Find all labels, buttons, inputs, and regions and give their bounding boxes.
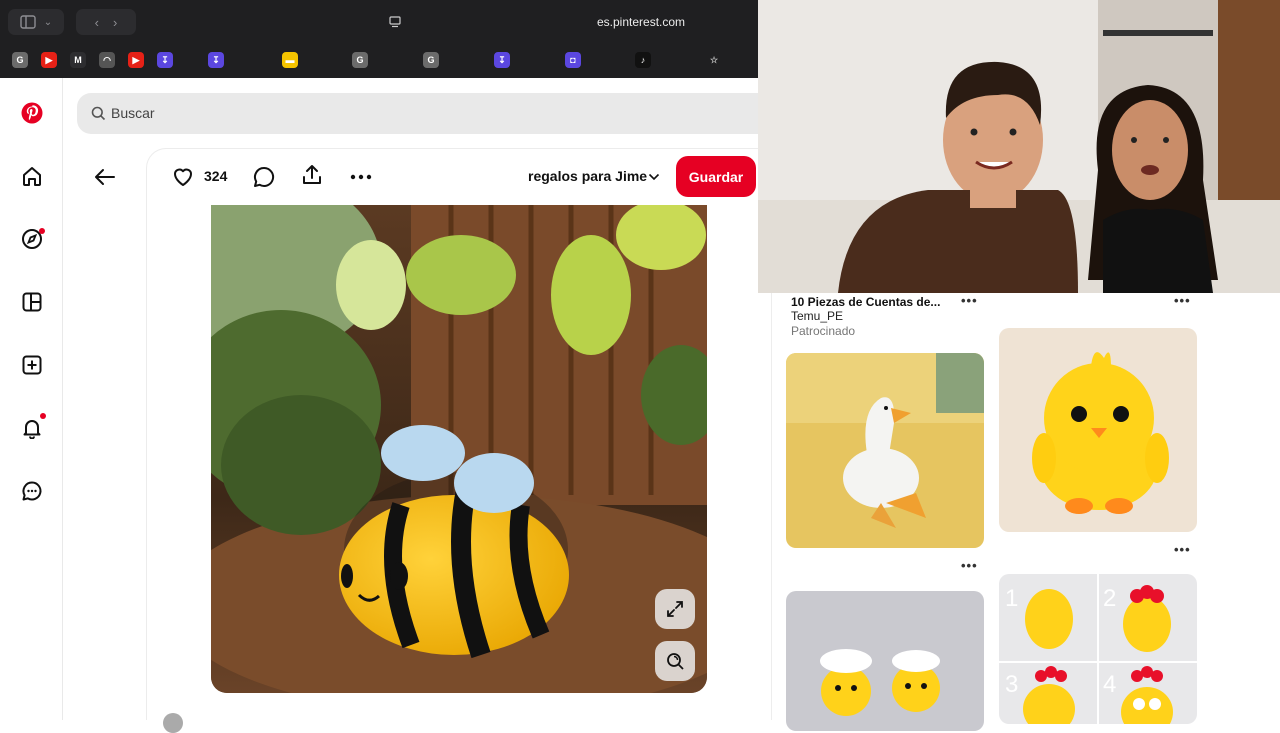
explore-badge — [39, 228, 45, 234]
tab-favicon-gmail[interactable]: M — [70, 52, 86, 68]
visual-search-icon[interactable] — [655, 641, 695, 681]
share-icon[interactable] — [300, 163, 324, 187]
svg-text:1: 1 — [1005, 585, 1018, 612]
expand-icon[interactable] — [655, 589, 695, 629]
search-icon — [91, 106, 106, 121]
svg-text:2: 2 — [1103, 585, 1116, 612]
related-pin-source[interactable]: Temu_PE — [791, 309, 843, 323]
bees-figurine-image — [786, 591, 984, 731]
tab-favicon-download-app[interactable]: ↧ — [157, 52, 173, 68]
url-text: es.pinterest.com — [597, 15, 686, 29]
webcam-overlay — [758, 0, 1280, 293]
related-pin-card[interactable] — [786, 591, 984, 731]
forward-icon[interactable]: › — [113, 15, 117, 30]
more-icon[interactable]: ••• — [961, 558, 978, 573]
tab-favicon-yellow-app[interactable]: ▬ — [282, 52, 298, 68]
bee-figurine-image — [211, 205, 707, 693]
more-icon[interactable] — [349, 167, 373, 187]
tab-bar: G ▶ M ◠ ▶ ↧ ↧ ▬ G G ↧ ◘ ♪ ☆ — [0, 44, 758, 78]
chevron-down-icon[interactable] — [648, 172, 660, 182]
pinterest-logo-icon[interactable] — [19, 100, 45, 126]
sidebar-toggle-button[interactable]: ⌄ — [8, 9, 64, 35]
pinterest-sidebar — [0, 78, 63, 720]
search-bar[interactable]: Buscar — [77, 93, 758, 134]
pin-detail-panel: 324 regalos para Jime Guardar — [146, 148, 758, 733]
tab-favicon-youtube-music[interactable]: ▶ — [41, 52, 57, 68]
board-selector[interactable]: regalos para Jime — [528, 168, 647, 184]
svg-text:4: 4 — [1103, 671, 1116, 698]
related-pin-card[interactable] — [786, 353, 984, 548]
home-icon[interactable] — [19, 163, 45, 189]
search-placeholder: Buscar — [111, 105, 155, 121]
notifications-icon[interactable] — [19, 413, 46, 441]
sidebar-icon — [20, 15, 36, 29]
back-icon[interactable]: ‹ — [95, 15, 99, 30]
tab-favicon-download-app-2[interactable]: ↧ — [208, 52, 224, 68]
notifications-badge — [40, 413, 46, 419]
chevron-down-icon: ⌄ — [43, 16, 53, 28]
tab-favicon-gmail-grey-g[interactable]: G — [12, 52, 28, 68]
page-settings-icon[interactable] — [388, 15, 402, 29]
comment-icon[interactable] — [252, 165, 276, 189]
avatar[interactable] — [163, 713, 183, 733]
address-bar[interactable]: es.pinterest.com — [380, 10, 758, 34]
boards-icon[interactable] — [19, 289, 45, 315]
back-arrow-icon[interactable] — [93, 165, 117, 189]
tab-favicon-google-3[interactable]: G — [352, 52, 368, 68]
browser-chrome: ⌄ ‹ › es.pinterest.com G ▶ M ◠ ▶ ↧ ↧ ▬ G G ↧ ◘ ♪ ☆ — [0, 0, 758, 78]
svg-text:3: 3 — [1005, 671, 1018, 698]
create-icon[interactable] — [19, 352, 45, 378]
related-pins: 10 Piezas de Cuentas de... Temu_PE Patro… — [771, 293, 1280, 731]
tab-favicon-tiktok[interactable]: ♪ — [635, 52, 651, 68]
related-pin-card[interactable]: 1 2 3 4 — [999, 574, 1197, 724]
sponsored-label: Patrocinado — [791, 324, 856, 338]
tab-favicon-youtube[interactable]: ▶ — [128, 52, 144, 68]
goose-figurine-image — [786, 353, 984, 548]
tab-favicon-download-app-3[interactable]: ↧ — [494, 52, 510, 68]
like-count: 324 — [204, 168, 228, 184]
related-pin-title[interactable]: 10 Piezas de Cuentas de... — [791, 295, 940, 309]
explore-icon[interactable] — [19, 226, 45, 252]
chick-figurine-image — [999, 328, 1197, 532]
more-icon[interactable]: ••• — [1174, 293, 1191, 308]
webcam-video — [758, 0, 1280, 293]
save-button[interactable]: Guardar — [676, 156, 756, 197]
pin-image[interactable] — [211, 205, 707, 693]
tab-favicon-bookmark-star[interactable]: ☆ — [706, 52, 722, 68]
heart-icon[interactable] — [171, 165, 195, 189]
tutorial-steps-image: 1 2 3 4 — [999, 574, 1197, 724]
tab-favicon-google-4[interactable]: G — [423, 52, 439, 68]
tab-favicon-headphones[interactable]: ◠ — [99, 52, 115, 68]
related-pin-card[interactable] — [999, 328, 1197, 532]
nav-buttons: ‹ › — [76, 9, 136, 35]
more-icon[interactable]: ••• — [1174, 542, 1191, 557]
messages-icon[interactable] — [19, 478, 45, 504]
more-icon[interactable]: ••• — [961, 293, 978, 308]
tab-favicon-purple-app[interactable]: ◘ — [565, 52, 581, 68]
